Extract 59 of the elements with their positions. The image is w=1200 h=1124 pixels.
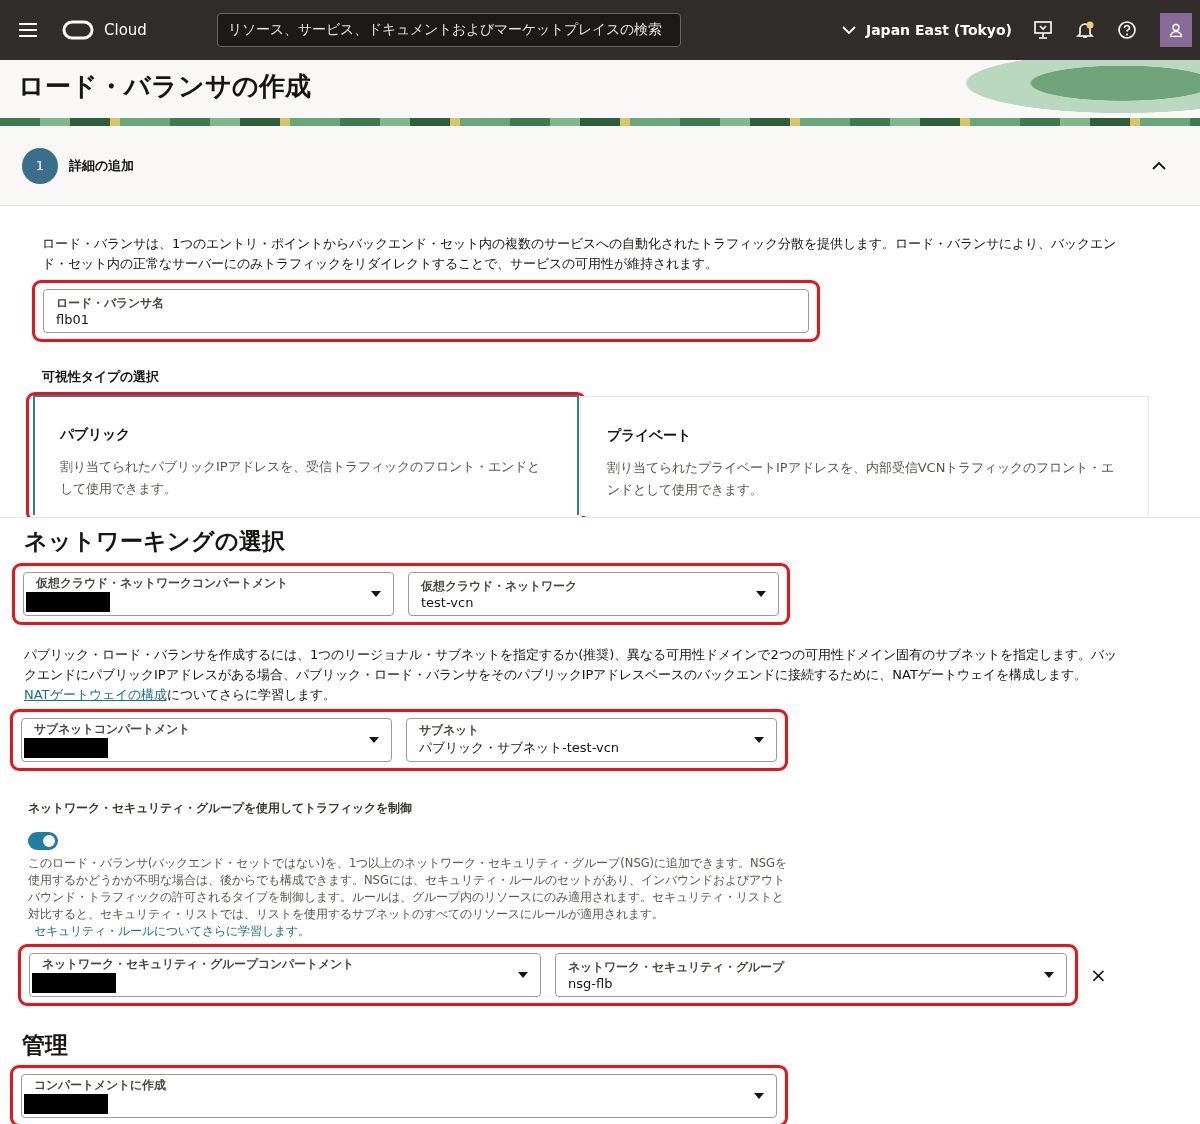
chevron-up-icon[interactable]	[1152, 161, 1166, 170]
caret-down-icon	[1044, 972, 1054, 978]
field-label: サブネットコンパートメント	[34, 722, 191, 737]
option-title: プライベート	[607, 427, 692, 445]
chevron-down-icon	[841, 25, 856, 35]
select-field[interactable]: コンパートメントに作成	[21, 1074, 777, 1118]
caret-down-icon	[754, 737, 764, 743]
link[interactable]: NATゲートウェイの構成	[24, 687, 167, 702]
field-value: nsg-flb	[568, 975, 614, 991]
field-label: コンパートメントに作成	[34, 1078, 167, 1093]
step-number: 1	[22, 147, 58, 184]
option-card[interactable]: パブリック 割り当てられたパブリックIPアドレスを、受信トラフィックのフロント・エンドとして使用できます。	[33, 395, 579, 515]
section-heading: ネットワーキングの選択	[24, 527, 286, 556]
section-heading: 管理	[22, 1031, 69, 1060]
step-title: 詳細の追加	[69, 156, 135, 175]
option-description: 割り当てられたプライベートIPアドレスを、内部受信VCNトラフィックのフロント・エンドとして使用できます。	[607, 459, 1116, 499]
select-field[interactable]: サブネット パブリック・サブネット-test-vcn	[406, 718, 777, 762]
field-value: パブリック・サブネット-test-vcn	[419, 739, 621, 757]
caret-down-icon	[371, 591, 381, 597]
field-label: ネットワーク・セキュリティ・グループコンパートメント	[42, 957, 355, 972]
link[interactable]: セキュリティ・ルールについてさらに学習します。	[34, 924, 310, 938]
search-field[interactable]: リソース、サービス、ドキュメントおよびマーケットプレイスの検索	[216, 13, 681, 47]
toggle-label: ネットワーク・セキュリティ・グループを使用してトラフィックを制御	[28, 801, 413, 816]
field-label: サブネット	[419, 723, 480, 738]
option-card[interactable]: プライベート 割り当てられたプライベートIPアドレスを、内部受信VCNトラフィックのフロント・エンドとして使用できます。	[580, 396, 1149, 516]
description-text: ロード・バランサは、1つのエントリ・ポイントからバックエンド・セット内の複数のサービスへの自動化されたトラフィック分散を提供します。ロード・バランサにより、バックエンド・セット内の正常なサーバーにのみトラフィックをリダイレクトすることで、サービスの可用性が維持されます。	[42, 235, 1118, 273]
logo-icon[interactable]	[62, 20, 94, 40]
field-value: test-vcn	[421, 594, 475, 610]
field-label: ロード・バランサ名	[56, 295, 165, 311]
caret-down-icon	[756, 591, 766, 597]
caret-down-icon	[754, 1093, 764, 1099]
field-label: 仮想クラウド・ネットワーク	[421, 578, 578, 594]
field-label: 仮想クラウド・ネットワークコンパートメント	[36, 576, 289, 591]
field-value: flb01	[56, 311, 90, 327]
select-field[interactable]: 仮想クラウド・ネットワーク test-vcn	[408, 572, 779, 616]
option-description: 割り当てられたパブリックIPアドレスを、受信トラフィックのフロント・エンドとして使用できます。	[60, 458, 541, 498]
bell-icon[interactable]	[1076, 21, 1094, 39]
help-icon[interactable]	[1118, 21, 1136, 39]
monitor-icon[interactable]	[1034, 21, 1052, 39]
option-title: パブリック	[60, 426, 131, 444]
product-name: Cloud	[104, 21, 147, 39]
text-field[interactable]: ロード・バランサ名 flb01	[43, 289, 809, 333]
field-label: ネットワーク・セキュリティ・グループ	[568, 959, 786, 975]
select-field[interactable]: ネットワーク・セキュリティ・グループ nsg-flb	[555, 953, 1067, 997]
info-paragraph: このロード・バランサ(バックエンド・セットではない)を、1つ以上のネットワーク・セキュリティ・グループ(NSG)に追加できます。NSGを使用するかどうかが不明な場合は、後からでも構成できます。NSGには、セキュリティ・ルールのセットがあり、インバウンドおよびアウトバウンド・トラフィックの許可されるタイプを制御します。ルールは、グループ内のリソースにのみ適用されます。セキュリティ・リストと対比すると、セキュリティ・リストでは、リストを使用するサブネットのすべてのリソースにルールが適用されます。 セキュリティ・ルールについてさらに学習します。	[28, 855, 788, 940]
select-field[interactable]: サブネットコンパートメント	[21, 718, 392, 762]
select-field[interactable]: ネットワーク・セキュリティ・グループコンパートメント	[29, 953, 541, 997]
info-paragraph: パブリック・ロード・バランサを作成するには、1つのリージョナル・サブネットを指定するか(推奨)、異なる可用性ドメインで2つの可用性ドメイン固有のサブネットを指定します。バックエンドにパブリックIPアドレスがある場合、パブリック・ロード・バランサをそのパブリックIPアドレスベースのバックエンドに接続するために、NATゲートウェイを構成します。 NATゲートウェイの構成についてさらに学習します。	[24, 646, 1118, 704]
page-title: ロード・バランサの作成	[17, 70, 311, 103]
menu-icon[interactable]	[18, 22, 38, 38]
toggle-switch[interactable]	[28, 832, 58, 850]
region-selector[interactable]: Japan East (Tokyo)	[841, 22, 1012, 38]
caret-down-icon	[518, 972, 528, 978]
caret-down-icon	[369, 737, 379, 743]
section-label: 可視性タイプの選択	[42, 368, 160, 386]
select-field[interactable]: 仮想クラウド・ネットワークコンパートメント	[23, 572, 394, 616]
avatar[interactable]	[1160, 13, 1192, 47]
step-header[interactable]: 1 詳細の追加	[0, 126, 1200, 206]
remove-button[interactable]: ×	[1086, 963, 1111, 987]
